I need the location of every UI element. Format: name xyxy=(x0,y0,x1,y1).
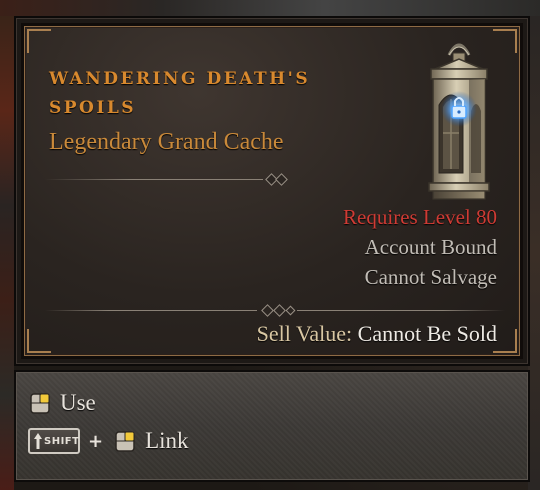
salvage-text: Cannot Salvage xyxy=(364,265,497,289)
level-requirement: Requires Level 80 xyxy=(343,205,497,229)
footer-divider xyxy=(45,304,505,317)
ornament-corner xyxy=(27,329,51,353)
lantern-cache-icon xyxy=(428,43,490,200)
use-action[interactable]: Use xyxy=(28,388,96,418)
sell-value: Sell Value: Cannot Be Sold xyxy=(257,321,497,347)
sell-value-label: Sell Value: xyxy=(256,321,353,346)
tooltip-panel: Wandering Death's Spoils Legendary Grand… xyxy=(24,26,520,356)
game-screen: Wandering Death's Spoils Legendary Grand… xyxy=(0,0,540,490)
sell-value-amount: Cannot Be Sold xyxy=(357,321,497,346)
link-action[interactable]: SHIFT + Link xyxy=(28,426,189,456)
action-hints-bar: Use SHIFT + Link xyxy=(14,370,530,482)
plus-sign: + xyxy=(88,430,104,452)
right-mouse-button-icon xyxy=(113,429,137,453)
background-scenery-left xyxy=(0,16,14,490)
item-tooltip: Wandering Death's Spoils Legendary Grand… xyxy=(14,16,530,366)
header-divider xyxy=(45,173,288,186)
shift-key-label: SHIFT xyxy=(44,436,80,447)
item-type: Legendary Grand Cache xyxy=(49,129,284,155)
item-name: Wandering Death's Spoils xyxy=(49,69,311,118)
use-label: Use xyxy=(60,390,96,415)
shift-key-icon: SHIFT xyxy=(28,428,80,454)
right-mouse-button-icon xyxy=(28,391,52,415)
link-label: Link xyxy=(145,428,189,453)
account-bound-text: Account Bound xyxy=(364,235,497,259)
background-scenery-top xyxy=(0,0,540,16)
ornament-corner xyxy=(27,29,51,53)
